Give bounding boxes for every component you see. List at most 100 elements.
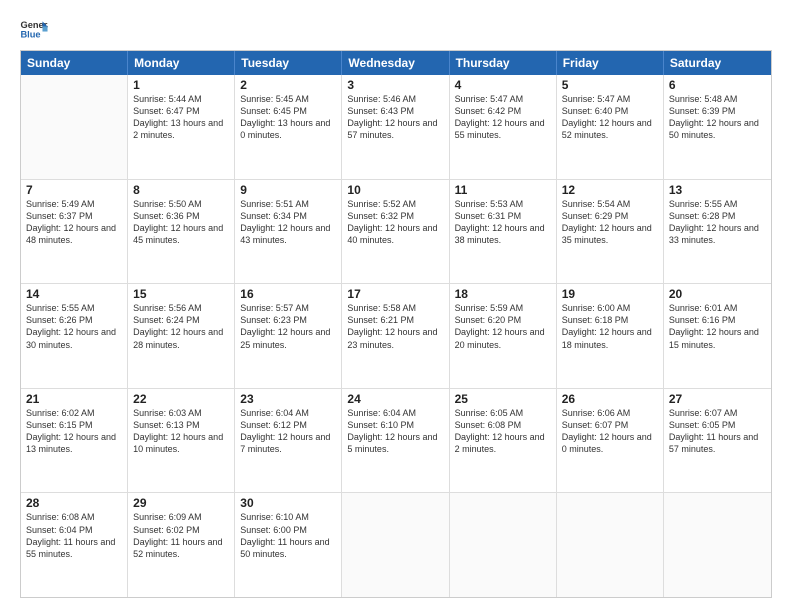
cell-info: Sunrise: 5:56 AMSunset: 6:24 PMDaylight:… [133, 302, 229, 351]
day-number: 7 [26, 183, 122, 197]
calendar-cell: 10Sunrise: 5:52 AMSunset: 6:32 PMDayligh… [342, 180, 449, 284]
calendar-cell: 7Sunrise: 5:49 AMSunset: 6:37 PMDaylight… [21, 180, 128, 284]
calendar-cell: 16Sunrise: 5:57 AMSunset: 6:23 PMDayligh… [235, 284, 342, 388]
day-number: 20 [669, 287, 766, 301]
calendar-header-cell: Tuesday [235, 51, 342, 75]
calendar-cell: 13Sunrise: 5:55 AMSunset: 6:28 PMDayligh… [664, 180, 771, 284]
logo-icon: General Blue [20, 18, 48, 40]
page: General Blue SundayMondayTuesdayWednesda… [0, 0, 792, 612]
day-number: 16 [240, 287, 336, 301]
day-number: 2 [240, 78, 336, 92]
calendar-header-cell: Saturday [664, 51, 771, 75]
calendar-cell: 11Sunrise: 5:53 AMSunset: 6:31 PMDayligh… [450, 180, 557, 284]
cell-info: Sunrise: 5:48 AMSunset: 6:39 PMDaylight:… [669, 93, 766, 142]
cell-info: Sunrise: 6:04 AMSunset: 6:12 PMDaylight:… [240, 407, 336, 456]
calendar-header-cell: Monday [128, 51, 235, 75]
day-number: 4 [455, 78, 551, 92]
calendar-cell: 30Sunrise: 6:10 AMSunset: 6:00 PMDayligh… [235, 493, 342, 597]
cell-info: Sunrise: 5:47 AMSunset: 6:42 PMDaylight:… [455, 93, 551, 142]
cell-info: Sunrise: 5:44 AMSunset: 6:47 PMDaylight:… [133, 93, 229, 142]
cell-info: Sunrise: 5:53 AMSunset: 6:31 PMDaylight:… [455, 198, 551, 247]
day-number: 11 [455, 183, 551, 197]
calendar-cell: 9Sunrise: 5:51 AMSunset: 6:34 PMDaylight… [235, 180, 342, 284]
day-number: 1 [133, 78, 229, 92]
cell-info: Sunrise: 6:04 AMSunset: 6:10 PMDaylight:… [347, 407, 443, 456]
calendar-cell: 1Sunrise: 5:44 AMSunset: 6:47 PMDaylight… [128, 75, 235, 179]
calendar-cell [557, 493, 664, 597]
calendar-cell: 19Sunrise: 6:00 AMSunset: 6:18 PMDayligh… [557, 284, 664, 388]
calendar-cell: 22Sunrise: 6:03 AMSunset: 6:13 PMDayligh… [128, 389, 235, 493]
day-number: 22 [133, 392, 229, 406]
day-number: 5 [562, 78, 658, 92]
calendar-cell: 28Sunrise: 6:08 AMSunset: 6:04 PMDayligh… [21, 493, 128, 597]
calendar-cell [342, 493, 449, 597]
calendar-header-cell: Sunday [21, 51, 128, 75]
day-number: 17 [347, 287, 443, 301]
cell-info: Sunrise: 5:55 AMSunset: 6:26 PMDaylight:… [26, 302, 122, 351]
cell-info: Sunrise: 6:02 AMSunset: 6:15 PMDaylight:… [26, 407, 122, 456]
calendar-cell: 4Sunrise: 5:47 AMSunset: 6:42 PMDaylight… [450, 75, 557, 179]
day-number: 8 [133, 183, 229, 197]
logo: General Blue [20, 18, 52, 40]
cell-info: Sunrise: 5:51 AMSunset: 6:34 PMDaylight:… [240, 198, 336, 247]
cell-info: Sunrise: 5:50 AMSunset: 6:36 PMDaylight:… [133, 198, 229, 247]
calendar-cell: 20Sunrise: 6:01 AMSunset: 6:16 PMDayligh… [664, 284, 771, 388]
day-number: 27 [669, 392, 766, 406]
day-number: 21 [26, 392, 122, 406]
calendar-cell: 2Sunrise: 5:45 AMSunset: 6:45 PMDaylight… [235, 75, 342, 179]
cell-info: Sunrise: 6:05 AMSunset: 6:08 PMDaylight:… [455, 407, 551, 456]
day-number: 14 [26, 287, 122, 301]
calendar-cell: 8Sunrise: 5:50 AMSunset: 6:36 PMDaylight… [128, 180, 235, 284]
cell-info: Sunrise: 5:57 AMSunset: 6:23 PMDaylight:… [240, 302, 336, 351]
calendar: SundayMondayTuesdayWednesdayThursdayFrid… [20, 50, 772, 598]
day-number: 13 [669, 183, 766, 197]
calendar-header-cell: Wednesday [342, 51, 449, 75]
day-number: 15 [133, 287, 229, 301]
cell-info: Sunrise: 6:06 AMSunset: 6:07 PMDaylight:… [562, 407, 658, 456]
calendar-row: 1Sunrise: 5:44 AMSunset: 6:47 PMDaylight… [21, 75, 771, 179]
day-number: 9 [240, 183, 336, 197]
calendar-body: 1Sunrise: 5:44 AMSunset: 6:47 PMDaylight… [21, 75, 771, 597]
header: General Blue [20, 18, 772, 40]
day-number: 10 [347, 183, 443, 197]
day-number: 28 [26, 496, 122, 510]
calendar-cell [664, 493, 771, 597]
calendar-cell: 25Sunrise: 6:05 AMSunset: 6:08 PMDayligh… [450, 389, 557, 493]
cell-info: Sunrise: 5:52 AMSunset: 6:32 PMDaylight:… [347, 198, 443, 247]
calendar-cell: 17Sunrise: 5:58 AMSunset: 6:21 PMDayligh… [342, 284, 449, 388]
calendar-row: 28Sunrise: 6:08 AMSunset: 6:04 PMDayligh… [21, 492, 771, 597]
cell-info: Sunrise: 5:47 AMSunset: 6:40 PMDaylight:… [562, 93, 658, 142]
cell-info: Sunrise: 5:58 AMSunset: 6:21 PMDaylight:… [347, 302, 443, 351]
calendar-cell: 3Sunrise: 5:46 AMSunset: 6:43 PMDaylight… [342, 75, 449, 179]
cell-info: Sunrise: 6:07 AMSunset: 6:05 PMDaylight:… [669, 407, 766, 456]
calendar-cell: 23Sunrise: 6:04 AMSunset: 6:12 PMDayligh… [235, 389, 342, 493]
calendar-row: 14Sunrise: 5:55 AMSunset: 6:26 PMDayligh… [21, 283, 771, 388]
calendar-cell: 26Sunrise: 6:06 AMSunset: 6:07 PMDayligh… [557, 389, 664, 493]
day-number: 3 [347, 78, 443, 92]
calendar-cell: 12Sunrise: 5:54 AMSunset: 6:29 PMDayligh… [557, 180, 664, 284]
day-number: 23 [240, 392, 336, 406]
day-number: 29 [133, 496, 229, 510]
calendar-header-cell: Friday [557, 51, 664, 75]
calendar-cell [450, 493, 557, 597]
calendar-cell: 21Sunrise: 6:02 AMSunset: 6:15 PMDayligh… [21, 389, 128, 493]
cell-info: Sunrise: 5:54 AMSunset: 6:29 PMDaylight:… [562, 198, 658, 247]
calendar-cell [21, 75, 128, 179]
cell-info: Sunrise: 6:10 AMSunset: 6:00 PMDaylight:… [240, 511, 336, 560]
calendar-row: 21Sunrise: 6:02 AMSunset: 6:15 PMDayligh… [21, 388, 771, 493]
calendar-cell: 24Sunrise: 6:04 AMSunset: 6:10 PMDayligh… [342, 389, 449, 493]
calendar-cell: 14Sunrise: 5:55 AMSunset: 6:26 PMDayligh… [21, 284, 128, 388]
cell-info: Sunrise: 5:45 AMSunset: 6:45 PMDaylight:… [240, 93, 336, 142]
cell-info: Sunrise: 6:03 AMSunset: 6:13 PMDaylight:… [133, 407, 229, 456]
cell-info: Sunrise: 5:55 AMSunset: 6:28 PMDaylight:… [669, 198, 766, 247]
cell-info: Sunrise: 6:00 AMSunset: 6:18 PMDaylight:… [562, 302, 658, 351]
day-number: 25 [455, 392, 551, 406]
day-number: 18 [455, 287, 551, 301]
calendar-cell: 27Sunrise: 6:07 AMSunset: 6:05 PMDayligh… [664, 389, 771, 493]
cell-info: Sunrise: 6:01 AMSunset: 6:16 PMDaylight:… [669, 302, 766, 351]
calendar-header-cell: Thursday [450, 51, 557, 75]
day-number: 26 [562, 392, 658, 406]
calendar-cell: 18Sunrise: 5:59 AMSunset: 6:20 PMDayligh… [450, 284, 557, 388]
day-number: 6 [669, 78, 766, 92]
calendar-cell: 6Sunrise: 5:48 AMSunset: 6:39 PMDaylight… [664, 75, 771, 179]
